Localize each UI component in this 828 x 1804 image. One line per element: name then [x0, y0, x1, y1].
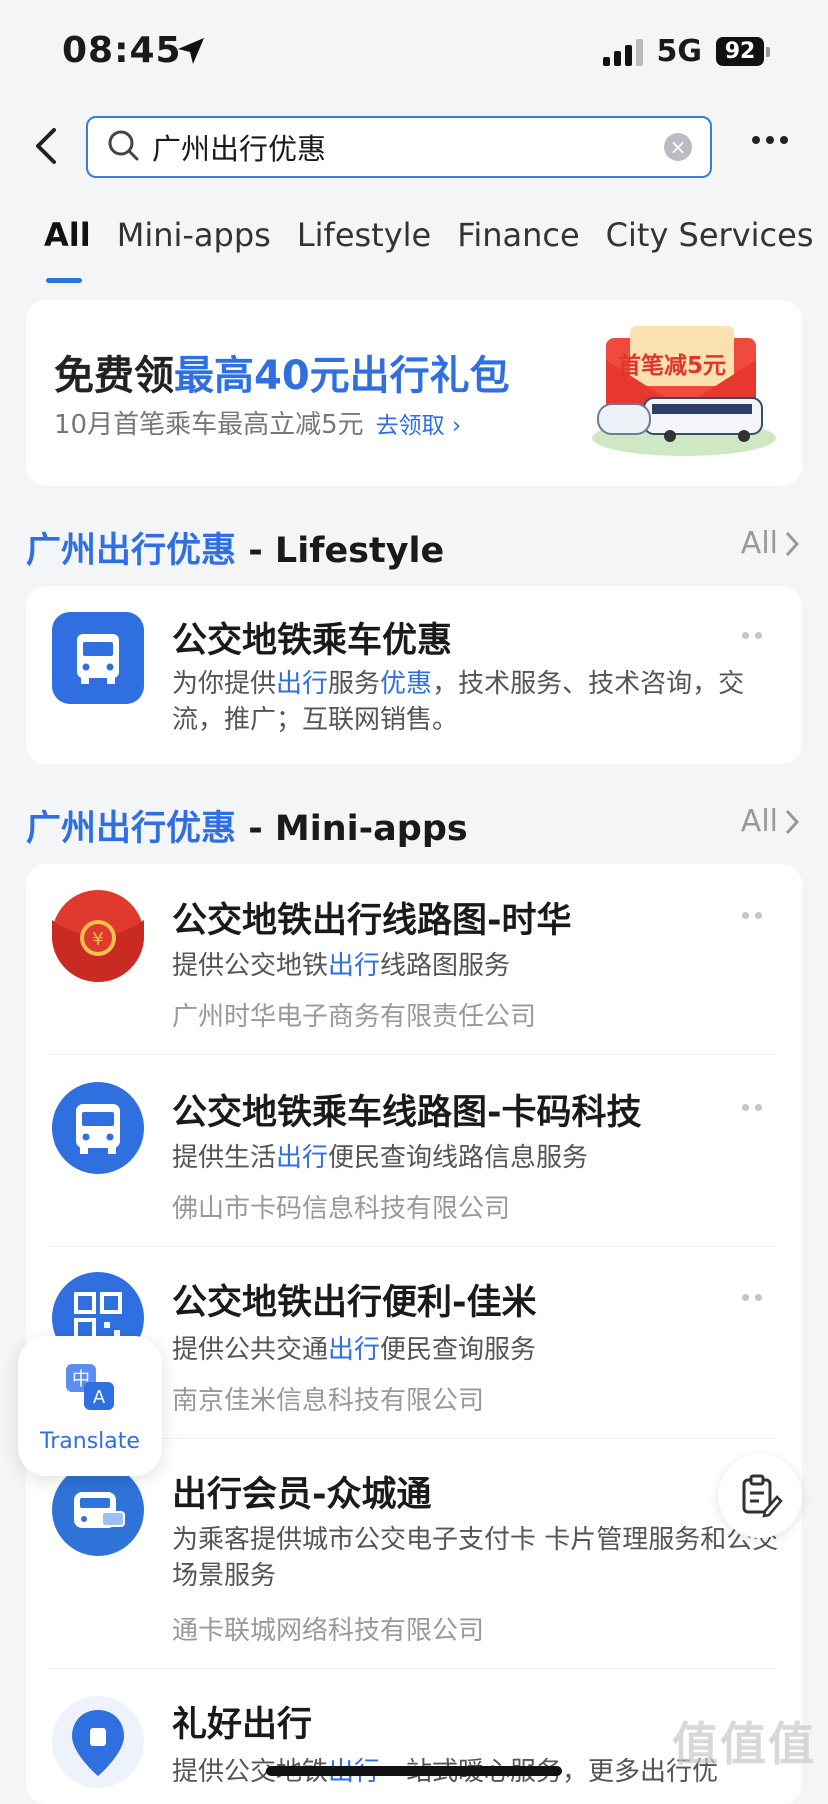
banner-subtitle-text: 10月首笔乘车最高立减5元 — [54, 410, 364, 440]
miniapp-title[interactable]: 出行会员-众城通 — [172, 1466, 432, 1517]
desc-part: 便民查询服务 — [380, 1335, 537, 1365]
lifestyle-item-title: 公交地铁乘车优惠 — [172, 621, 453, 661]
item-more-icon[interactable] — [742, 1294, 762, 1301]
desc-part: 便民查询线路信息服务 — [328, 1143, 589, 1173]
banner-title-highlight: 最高40元出行礼包 — [174, 353, 510, 399]
desc-part: 为乘客提供城市公交电子支付卡 卡片管理服务和公交场景服务 — [172, 1525, 779, 1591]
miniapps-title-query: 广州出行优惠 — [26, 809, 237, 849]
miniapp-title[interactable]: 礼好出行 — [172, 1696, 312, 1747]
miniapps-title-suffix: - Mini-apps — [236, 809, 468, 849]
chevron-right-icon — [785, 531, 800, 556]
miniapp-desc: 提供公共交通出行便民查询服务 — [172, 1332, 536, 1368]
translate-icon: 中A — [64, 1362, 116, 1418]
miniapp-company: 佛山市卡码信息科技有限公司 — [172, 1194, 511, 1224]
item-more-icon[interactable] — [742, 912, 762, 919]
tab-all[interactable]: All — [44, 216, 91, 254]
miniapp-company: 通卡联城网络科技有限公司 — [172, 1616, 485, 1646]
svg-text:A: A — [93, 1387, 106, 1408]
miniapp-desc: 提供公交地铁出行线路图服务 — [172, 948, 510, 984]
banner-title-prefix: 免费领 — [54, 353, 174, 399]
miniapps-section-title: 广州出行优惠 - Mini-apps — [26, 800, 468, 851]
miniapp-company: 广州时华电子商务有限责任公司 — [172, 1002, 537, 1032]
signal-icon — [602, 38, 643, 66]
home-indicator[interactable] — [266, 1766, 562, 1776]
desc-highlight: 优惠 — [380, 669, 433, 699]
bus-icon — [52, 612, 144, 704]
divider — [48, 1246, 776, 1247]
search-icon — [106, 128, 140, 166]
battery-level: 92 — [716, 37, 764, 66]
item-more-icon[interactable] — [742, 1104, 762, 1111]
clipboard-edit-button[interactable] — [718, 1454, 802, 1538]
chevron-right-icon — [785, 809, 800, 834]
translate-button[interactable]: 中A Translate — [18, 1336, 162, 1476]
envelope-label: 首笔减5元 — [618, 353, 727, 379]
desc-highlight: 出行 — [328, 1335, 381, 1365]
miniapps-all-link[interactable]: All — [741, 804, 800, 839]
desc-highlight: 出行 — [276, 1143, 329, 1173]
lifestyle-all-link[interactable]: All — [741, 526, 800, 561]
desc-highlight: 出行 — [328, 951, 381, 981]
tab-finance[interactable]: Finance — [457, 216, 579, 254]
miniapp-title[interactable]: 公交地铁出行线路图-时华 — [172, 892, 572, 943]
banner-claim-label: 去领取 — [375, 413, 445, 439]
divider — [48, 1668, 776, 1669]
lifestyle-all-label: All — [740, 526, 778, 561]
location-arrow-icon — [176, 36, 206, 70]
status-indicators: 5G 92 — [602, 34, 770, 69]
status-time: 08:45 — [62, 30, 182, 71]
lifestyle-title-query: 广州出行优惠 — [26, 531, 237, 571]
network-type: 5G — [656, 34, 703, 69]
back-arrow-icon[interactable] — [28, 124, 68, 168]
bus-icon — [52, 1082, 144, 1174]
miniapps-all-label: All — [740, 804, 778, 839]
lifestyle-section-title: 广州出行优惠 - Lifestyle — [26, 522, 444, 573]
search-query[interactable]: 广州出行优惠 — [152, 126, 664, 168]
desc-part: 提供公共交通 — [172, 1335, 329, 1365]
clipboard-edit-icon — [742, 1474, 783, 1518]
desc-part: 线路图服务 — [380, 951, 511, 981]
battery-icon: 92 — [716, 37, 770, 66]
banner-subtitle: 10月首笔乘车最高立减5元 去领取 › — [54, 404, 461, 441]
desc-highlight: 出行 — [276, 669, 329, 699]
banner-title: 免费领最高40元出行礼包 — [54, 343, 510, 401]
item-more-icon[interactable] — [742, 632, 762, 639]
bus-card-icon — [52, 1464, 144, 1556]
miniapp-title[interactable]: 公交地铁出行便利-佳米 — [172, 1274, 537, 1325]
banner-claim-link[interactable]: 去领取 › — [376, 413, 462, 439]
category-tabs: All Mini-apps Lifestyle Finance City Ser… — [44, 216, 813, 254]
svg-text:¥: ¥ — [92, 929, 103, 950]
location-pin-icon — [52, 1696, 144, 1788]
active-tab-indicator — [46, 278, 82, 283]
search-input[interactable]: 广州出行优惠 × — [86, 116, 712, 178]
lifestyle-item-desc: 为你提供出行服务优惠，技术服务、技术咨询，交流，推广；互联网销售。 — [172, 666, 772, 738]
desc-part: 提供生活 — [172, 1143, 277, 1173]
more-options-icon[interactable] — [752, 136, 788, 144]
tab-mini-apps[interactable]: Mini-apps — [117, 216, 271, 254]
clear-icon[interactable]: × — [664, 133, 692, 161]
watermark: 值值值 — [672, 1717, 816, 1771]
miniapp-title[interactable]: 公交地铁乘车线路图-卡码科技 — [172, 1084, 642, 1135]
divider — [48, 1054, 776, 1055]
miniapp-desc: 提供生活出行便民查询线路信息服务 — [172, 1140, 588, 1176]
miniapp-desc: 为乘客提供城市公交电子支付卡 卡片管理服务和公交场景服务 — [172, 1522, 782, 1594]
red-envelope-icon: ¥ — [52, 890, 144, 982]
lifestyle-title-suffix: - Lifestyle — [236, 531, 445, 571]
desc-part: 为你提供 — [172, 669, 277, 699]
translate-label: Translate — [40, 1429, 140, 1454]
miniapp-company: 南京佳米信息科技有限公司 — [172, 1386, 485, 1416]
tab-city-services[interactable]: City Services — [606, 216, 814, 254]
gift-envelope-illustration — [584, 320, 784, 470]
desc-part: 提供公交地铁 — [172, 951, 329, 981]
desc-part: 服务 — [328, 669, 381, 699]
tab-lifestyle[interactable]: Lifestyle — [297, 216, 431, 254]
